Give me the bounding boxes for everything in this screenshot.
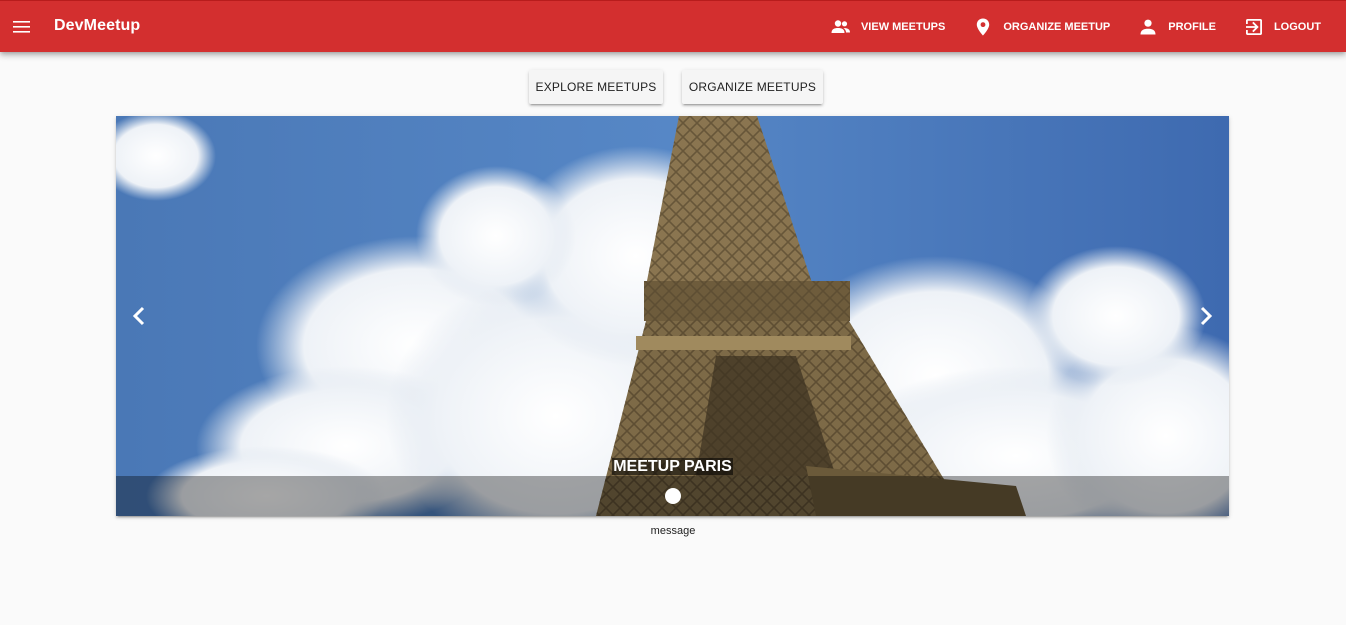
nav-logout[interactable]: Logout	[1235, 9, 1330, 45]
carousel-controls	[116, 476, 1229, 516]
explore-meetups-button[interactable]: Explore Meetups	[529, 70, 663, 104]
app-toolbar: DevMeetup View Meetups Organize Meetup	[0, 0, 1346, 52]
location-pin-icon	[973, 17, 993, 37]
nav-profile[interactable]: Profile	[1129, 9, 1225, 45]
message-text: message	[650, 525, 696, 537]
menu-icon[interactable]	[8, 11, 36, 43]
slide-title: Meetup Paris	[612, 458, 733, 475]
nav-label: Logout	[1273, 21, 1321, 33]
slide-caption[interactable]: Meetup Paris	[116, 458, 1229, 476]
nav-view-meetups[interactable]: View Meetups	[822, 9, 954, 45]
organize-meetups-button[interactable]: Organize Meetups	[682, 70, 823, 104]
chevron-right-icon[interactable]	[1191, 301, 1221, 331]
people-icon	[831, 17, 851, 37]
meetup-carousel: Meetup Paris	[116, 116, 1229, 516]
nav-label: Organize Meetup	[1003, 21, 1111, 33]
chevron-left-icon[interactable]	[124, 301, 154, 331]
person-icon	[1138, 17, 1158, 37]
nav-label: View Meetups	[860, 21, 946, 33]
toolbar-nav: View Meetups Organize Meetup Profile	[812, 1, 1330, 53]
nav-label: Profile	[1168, 21, 1216, 33]
nav-organize-meetup[interactable]: Organize Meetup	[964, 9, 1119, 45]
carousel-dot[interactable]	[664, 488, 681, 504]
exit-icon	[1244, 17, 1264, 37]
app-title[interactable]: DevMeetup	[54, 17, 140, 35]
carousel-image[interactable]	[116, 116, 1229, 516]
